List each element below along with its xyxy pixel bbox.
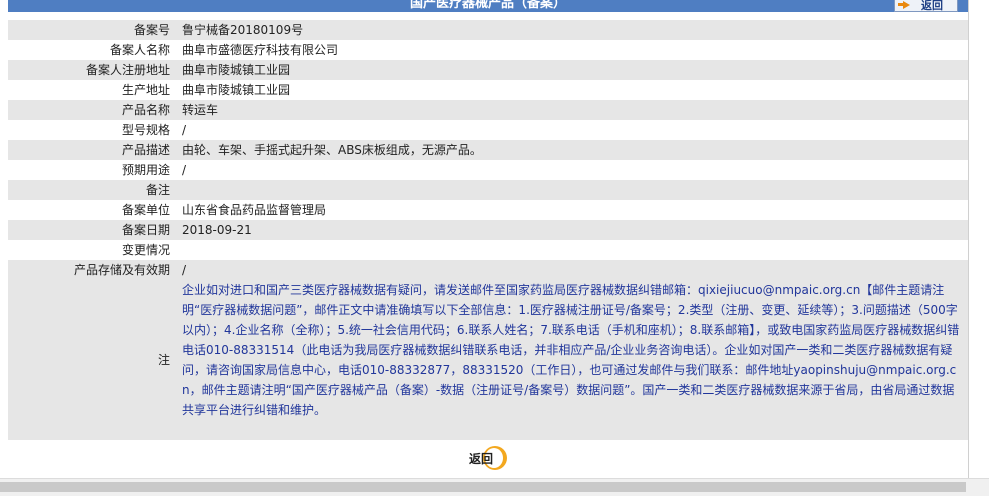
record-panel: 国产医疗器械产品（备案） 返回 备案号 鲁宁械备20180109号 备案人名称 …: [8, 0, 969, 478]
field-label: 产品名称: [121, 103, 170, 117]
field-label: 备注: [145, 183, 170, 197]
table-row: 产品存储及有效期 /: [8, 260, 968, 280]
field-label: 备案日期: [121, 223, 170, 237]
field-label: 备案人名称: [109, 43, 170, 57]
table-row: 备案日期 2018-09-21: [8, 220, 968, 240]
field-value: /: [182, 123, 187, 137]
field-value: 山东省食品药品监督管理局: [182, 203, 327, 217]
field-label: 备案单位: [121, 203, 170, 217]
note-label: 注: [157, 353, 170, 367]
horizontal-scrollbar[interactable]: [0, 478, 989, 496]
table-row: 备案人注册地址 曲阜市陵城镇工业园: [8, 60, 968, 80]
field-value: 曲阜市陵城镇工业园: [182, 83, 291, 97]
table-row: 产品描述 由轮、车架、手摇式起升架、ABS床板组成，无源产品。: [8, 140, 968, 160]
field-label: 型号规格: [121, 123, 170, 137]
back-button-top[interactable]: 返回: [894, 0, 958, 12]
note-row: 注 企业如对进口和国产三类医疗器械数据有疑问，请发送邮件至国家药监局医疗器械数据…: [8, 280, 968, 440]
field-value: 曲阜市盛德医疗科技有限公司: [182, 43, 339, 57]
field-label: 备案号: [133, 23, 170, 37]
table-row: 产品名称 转运车: [8, 100, 968, 120]
table-row: 预期用途 /: [8, 160, 968, 180]
table-row: 备注: [8, 180, 968, 200]
field-value: [170, 180, 968, 200]
table-row: 备案号 鲁宁械备20180109号: [8, 20, 968, 40]
back-button-top-label: 返回: [921, 0, 943, 12]
field-value: 曲阜市陵城镇工业园: [182, 63, 291, 77]
field-label: 产品描述: [121, 143, 170, 157]
field-value: [170, 240, 968, 260]
field-value: 转运车: [182, 103, 219, 117]
table-row: 备案人名称 曲阜市盛德医疗科技有限公司: [8, 40, 968, 60]
arrow-right-icon: [903, 1, 910, 9]
field-label: 生产地址: [121, 83, 170, 97]
field-label: 产品存储及有效期: [73, 263, 170, 277]
table-row: 生产地址 曲阜市陵城镇工业园: [8, 80, 968, 100]
field-label: 变更情况: [121, 243, 170, 257]
scrollbar-thumb[interactable]: [0, 482, 966, 492]
detail-table: 备案号 鲁宁械备20180109号 备案人名称 曲阜市盛德医疗科技有限公司 备案…: [8, 20, 968, 440]
field-value: 鲁宁械备20180109号: [182, 23, 304, 37]
field-value: /: [182, 163, 187, 177]
table-row: 变更情况: [8, 240, 968, 260]
back-button-bottom[interactable]: 返回: [461, 445, 517, 471]
title-bar: 国产医疗器械产品（备案） 返回: [8, 0, 968, 12]
field-label: 备案人注册地址: [85, 63, 170, 77]
table-row: 备案单位 山东省食品药品监督管理局: [8, 200, 968, 220]
field-value: 2018-09-21: [182, 223, 252, 237]
field-label: 预期用途: [121, 163, 170, 177]
table-row: 型号规格 /: [8, 120, 968, 140]
field-value: /: [182, 263, 187, 277]
page-title: 国产医疗器械产品（备案）: [409, 0, 566, 11]
field-value: 由轮、车架、手摇式起升架、ABS床板组成，无源产品。: [182, 143, 482, 157]
note-text: 企业如对进口和国产三类医疗器械数据有疑问，请发送邮件至国家药监局医疗器械数据纠错…: [182, 283, 960, 417]
back-button-bottom-label: 返回: [469, 452, 494, 466]
